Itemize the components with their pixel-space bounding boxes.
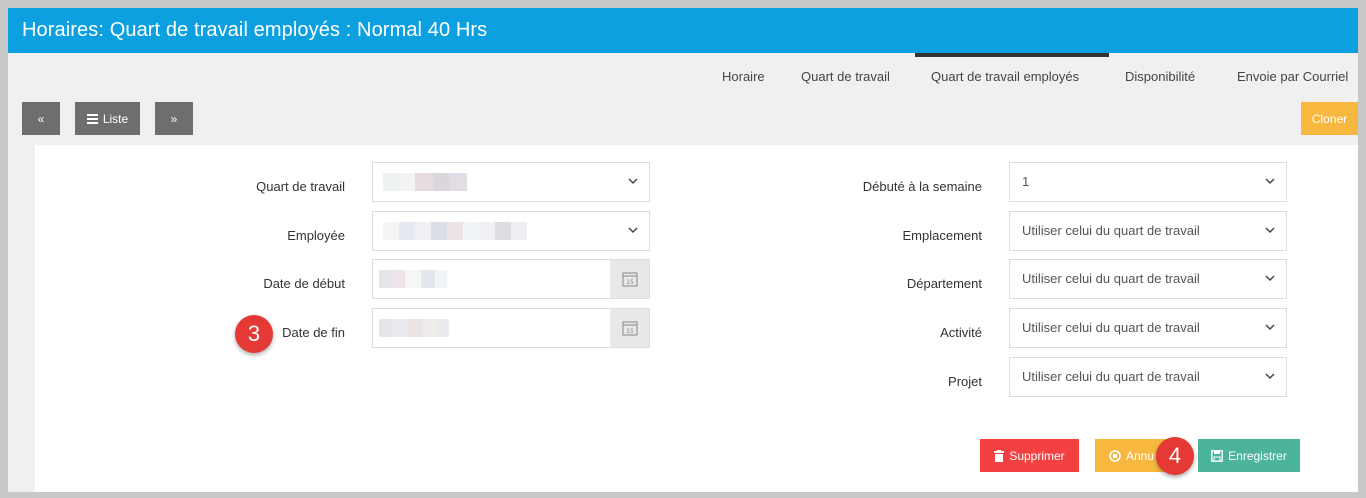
- chevron-down-icon: [628, 227, 638, 234]
- employee-value-redacted: [383, 222, 527, 240]
- location-label: Emplacement: [902, 228, 982, 243]
- activity-value: Utiliser celui du quart de travail: [1022, 320, 1200, 335]
- shift-label: Quart de travail: [256, 179, 345, 194]
- department-value: Utiliser celui du quart de travail: [1022, 271, 1200, 286]
- app-window: Horaires: Quart de travail employés : No…: [8, 8, 1358, 492]
- annotation-badge-3: 3: [235, 315, 273, 353]
- location-select[interactable]: Utiliser celui du quart de travail: [1009, 211, 1287, 251]
- department-label: Département: [906, 276, 982, 291]
- end-date-calendar-button[interactable]: 15: [610, 309, 649, 347]
- end-date-input[interactable]: 15: [372, 308, 650, 348]
- calendar-icon: 15: [622, 321, 637, 336]
- list-button[interactable]: Liste: [75, 102, 140, 135]
- chevron-down-icon: [1265, 227, 1275, 234]
- form-panel: Quart de travail Employée Date de début …: [35, 145, 1358, 492]
- project-label: Projet: [948, 374, 982, 389]
- department-select[interactable]: Utiliser celui du quart de travail: [1009, 259, 1287, 299]
- page-title: Horaires: Quart de travail employés : No…: [8, 8, 1358, 53]
- activity-label: Activité: [940, 325, 982, 340]
- week-start-value: 1: [1022, 174, 1030, 189]
- tab-horaire[interactable]: Horaire: [722, 53, 765, 101]
- save-button[interactable]: Enregistrer: [1198, 439, 1300, 472]
- list-icon: [86, 113, 98, 124]
- cancel-circle-icon: [1109, 449, 1121, 462]
- delete-button[interactable]: Supprimer: [980, 439, 1079, 472]
- next-label: »: [170, 111, 178, 126]
- chevron-down-icon: [1265, 178, 1275, 185]
- svg-text:15: 15: [626, 328, 634, 335]
- delete-label: Supprimer: [1009, 448, 1065, 463]
- next-button[interactable]: »: [155, 102, 193, 135]
- employee-label: Employée: [287, 228, 345, 243]
- employee-select[interactable]: [372, 211, 650, 251]
- start-date-value-redacted: [379, 270, 447, 288]
- start-date-calendar-button[interactable]: 15: [610, 260, 649, 298]
- trash-icon: [994, 449, 1005, 462]
- tab-disponibilite[interactable]: Disponibilité: [1125, 53, 1195, 101]
- save-label: Enregistrer: [1228, 448, 1287, 463]
- chevron-down-icon: [1265, 373, 1275, 380]
- previous-button[interactable]: «: [22, 102, 60, 135]
- calendar-icon: 15: [622, 272, 637, 287]
- week-start-select[interactable]: 1: [1009, 162, 1287, 202]
- annotation-badge-4: 4: [1156, 437, 1194, 475]
- cancel-label: Annu: [1126, 448, 1155, 463]
- chevron-down-icon: [628, 178, 638, 185]
- tab-envoie-par-courriel[interactable]: Envoie par Courriel: [1237, 53, 1348, 101]
- start-date-label: Date de début: [263, 276, 345, 291]
- location-value: Utiliser celui du quart de travail: [1022, 223, 1200, 238]
- end-date-value-redacted: [379, 319, 449, 337]
- tab-quart-de-travail-employes[interactable]: Quart de travail employés: [915, 53, 1109, 101]
- svg-text:15: 15: [626, 279, 634, 286]
- clone-button[interactable]: Cloner: [1301, 102, 1358, 135]
- project-value: Utiliser celui du quart de travail: [1022, 369, 1200, 384]
- activity-select[interactable]: Utiliser celui du quart de travail: [1009, 308, 1287, 348]
- tab-quart-de-travail[interactable]: Quart de travail: [801, 53, 890, 101]
- shift-value-redacted: [383, 173, 467, 191]
- chevron-down-icon: [1265, 275, 1275, 282]
- floppy-disk-icon: [1211, 449, 1224, 462]
- shift-select[interactable]: [372, 162, 650, 202]
- tab-bar: Horaire Quart de travail Quart de travai…: [8, 53, 1358, 101]
- prev-label: «: [37, 111, 45, 126]
- week-start-label: Débuté à la semaine: [862, 179, 982, 194]
- list-label: Liste: [102, 111, 129, 126]
- chevron-down-icon: [1265, 324, 1275, 331]
- project-select[interactable]: Utiliser celui du quart de travail: [1009, 357, 1287, 397]
- start-date-input[interactable]: 15: [372, 259, 650, 299]
